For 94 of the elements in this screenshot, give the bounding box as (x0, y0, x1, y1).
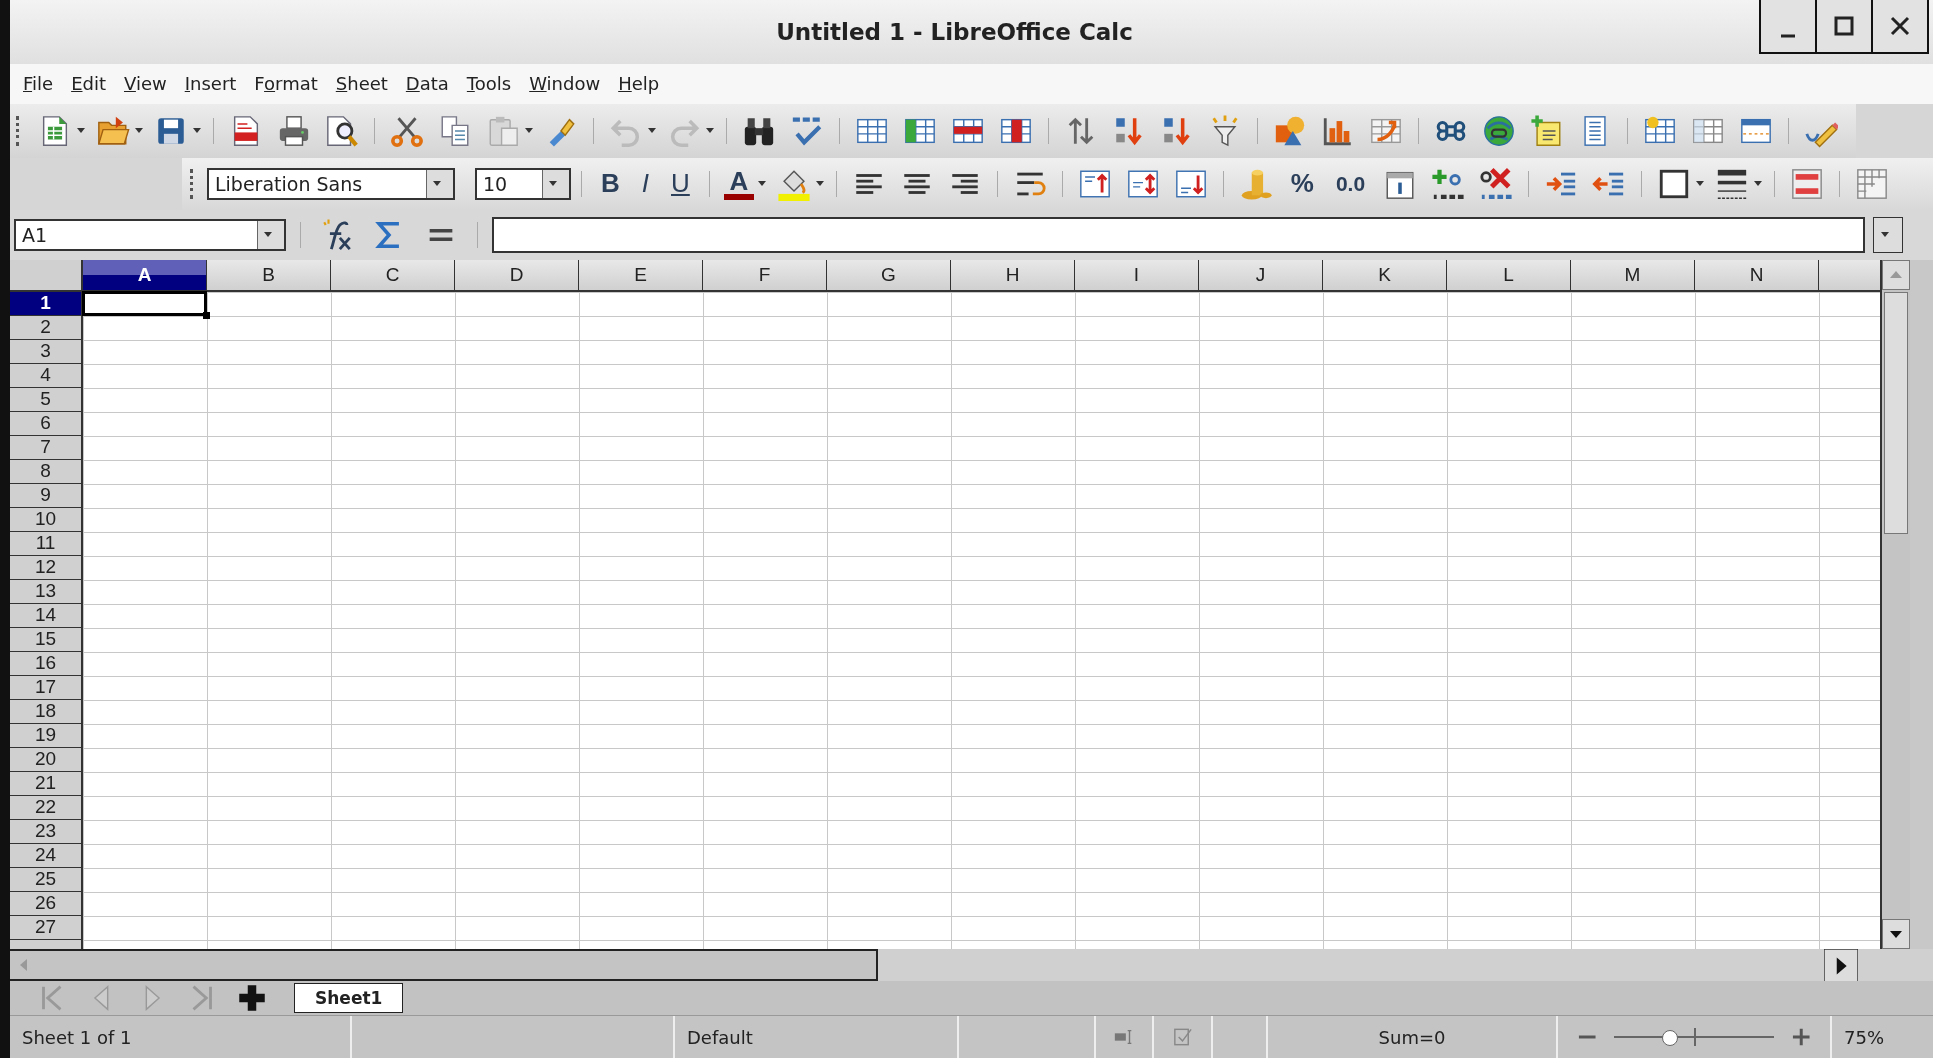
menu-item[interactable]: Help (609, 69, 669, 99)
sum-display: Sum=0 (1268, 1016, 1558, 1058)
caret-icon[interactable] (1696, 181, 1705, 187)
menu-item[interactable]: Format (245, 69, 327, 99)
caret-icon[interactable] (757, 181, 766, 187)
caret-icon[interactable] (77, 128, 85, 134)
column-header[interactable]: J (1199, 259, 1323, 292)
row-header[interactable]: 26 (10, 891, 83, 916)
caret-icon[interactable] (433, 181, 441, 187)
window-title: Untitled 1 - LibreOffice Calc (775, 18, 1134, 45)
printer-icon[interactable] (277, 113, 311, 148)
caret-icon[interactable] (815, 181, 824, 187)
row-header[interactable]: 13 (10, 579, 83, 604)
column-header[interactable]: I (1075, 259, 1199, 292)
number-format-button[interactable]: 0.0 (1326, 171, 1375, 196)
menu-item[interactable]: Data (396, 69, 458, 99)
caret-icon[interactable] (549, 181, 557, 187)
row-header[interactable]: 11 (10, 531, 83, 556)
sheet-indicator: Sheet 1 of 1 (10, 1016, 352, 1058)
column-header[interactable]: G (827, 259, 951, 292)
percent-format-button[interactable]: % (1281, 168, 1323, 200)
page-style: Default (675, 1016, 959, 1058)
row-header[interactable]: 8 (10, 459, 83, 484)
column-header[interactable]: B (207, 259, 331, 292)
menu-item[interactable]: File (14, 69, 63, 99)
column-header[interactable]: K (1323, 259, 1447, 292)
formula-input[interactable] (492, 216, 1865, 253)
caret-icon[interactable] (193, 128, 201, 134)
row-header[interactable]: 17 (10, 675, 83, 700)
caret-icon[interactable] (706, 128, 714, 134)
scroll-right-icon[interactable] (1824, 949, 1858, 984)
italic-button[interactable]: I (632, 168, 658, 200)
caret-icon[interactable] (264, 232, 272, 238)
expand-formula-button[interactable] (1873, 216, 1903, 253)
row-header[interactable]: 16 (10, 651, 83, 676)
column-header[interactable]: C (331, 259, 455, 292)
menu-item[interactable]: Tools (457, 69, 521, 99)
bold-button[interactable]: B (592, 168, 629, 200)
page-magnifier-icon[interactable] (325, 113, 359, 148)
column-header[interactable] (1819, 259, 1880, 292)
grid-lines-icon[interactable] (1855, 166, 1890, 201)
row-header[interactable]: 22 (10, 795, 83, 820)
horizontal-scrollbar[interactable] (10, 949, 878, 982)
caret-icon[interactable] (135, 128, 143, 134)
caret-icon[interactable] (648, 128, 656, 134)
row-header[interactable]: 6 (10, 411, 83, 436)
globe-icon[interactable] (1482, 113, 1516, 148)
menu-item[interactable]: Window (520, 69, 610, 99)
row-header[interactable]: 19 (10, 723, 83, 748)
caret-icon[interactable] (1754, 181, 1763, 187)
column-header[interactable]: N (1695, 259, 1819, 292)
row-header[interactable]: 2 (10, 315, 83, 340)
select-all-corner[interactable] (10, 259, 83, 292)
row-header[interactable]: 24 (10, 843, 83, 868)
row-header[interactable]: 3 (10, 339, 83, 364)
column-header[interactable]: H (951, 259, 1075, 292)
row-header[interactable]: 23 (10, 819, 83, 844)
row-header[interactable]: 27 (10, 915, 83, 940)
row-header[interactable]: 15 (10, 627, 83, 652)
row-header[interactable] (10, 939, 83, 950)
row-header[interactable]: 20 (10, 747, 83, 772)
column-header[interactable]: D (455, 259, 579, 292)
row-header[interactable]: 12 (10, 555, 83, 580)
menu-item[interactable]: Sheet (326, 69, 397, 99)
row-header[interactable]: 18 (10, 699, 83, 724)
row-header[interactable]: 21 (10, 771, 83, 796)
row-header[interactable]: 5 (10, 387, 83, 412)
conditional-format-icon[interactable] (1790, 166, 1825, 201)
column-header[interactable]: L (1447, 259, 1571, 292)
sheet-tab[interactable]: Sheet1 (294, 983, 404, 1014)
column-header[interactable]: A (83, 259, 207, 292)
menu-item[interactable]: Insert (175, 69, 246, 99)
font-size-field[interactable]: 10 (475, 167, 571, 200)
vertical-scrollbar[interactable] (1880, 259, 1910, 950)
row-header[interactable]: 10 (10, 507, 83, 532)
row-header[interactable]: 4 (10, 363, 83, 388)
font-color-button[interactable]: A (719, 167, 758, 200)
scroll-down-icon[interactable] (1890, 930, 1902, 938)
row-header[interactable]: 9 (10, 483, 83, 508)
column-header[interactable]: F (703, 259, 827, 292)
name-box[interactable]: A1 (14, 218, 286, 251)
row-header[interactable]: 25 (10, 867, 83, 892)
column-header[interactable]: M (1571, 259, 1695, 292)
caret-icon[interactable] (525, 128, 533, 134)
column-header[interactable]: E (579, 259, 703, 292)
row-header[interactable]: 14 (10, 603, 83, 628)
row-header[interactable]: 7 (10, 435, 83, 460)
underline-button[interactable]: U (662, 168, 699, 200)
caret-icon[interactable] (1881, 232, 1889, 238)
delete-decimal-icon[interactable] (1479, 166, 1514, 201)
zoom-percent[interactable]: 75% (1832, 1016, 1896, 1058)
menu-item[interactable]: View (115, 69, 176, 99)
menu-item[interactable]: Edit (62, 69, 115, 99)
font-name-field[interactable]: Liberation Sans (207, 167, 455, 200)
